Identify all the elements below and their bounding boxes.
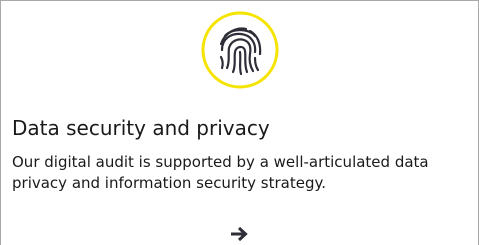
card-description: Our digital audit is supported by a well… [12, 153, 429, 192]
fingerprint-icon [200, 10, 280, 90]
feature-card: Data security and privacy Our digital au… [0, 0, 479, 245]
card-title: Data security and privacy [12, 116, 270, 140]
arrow-right-icon[interactable] [231, 226, 249, 242]
